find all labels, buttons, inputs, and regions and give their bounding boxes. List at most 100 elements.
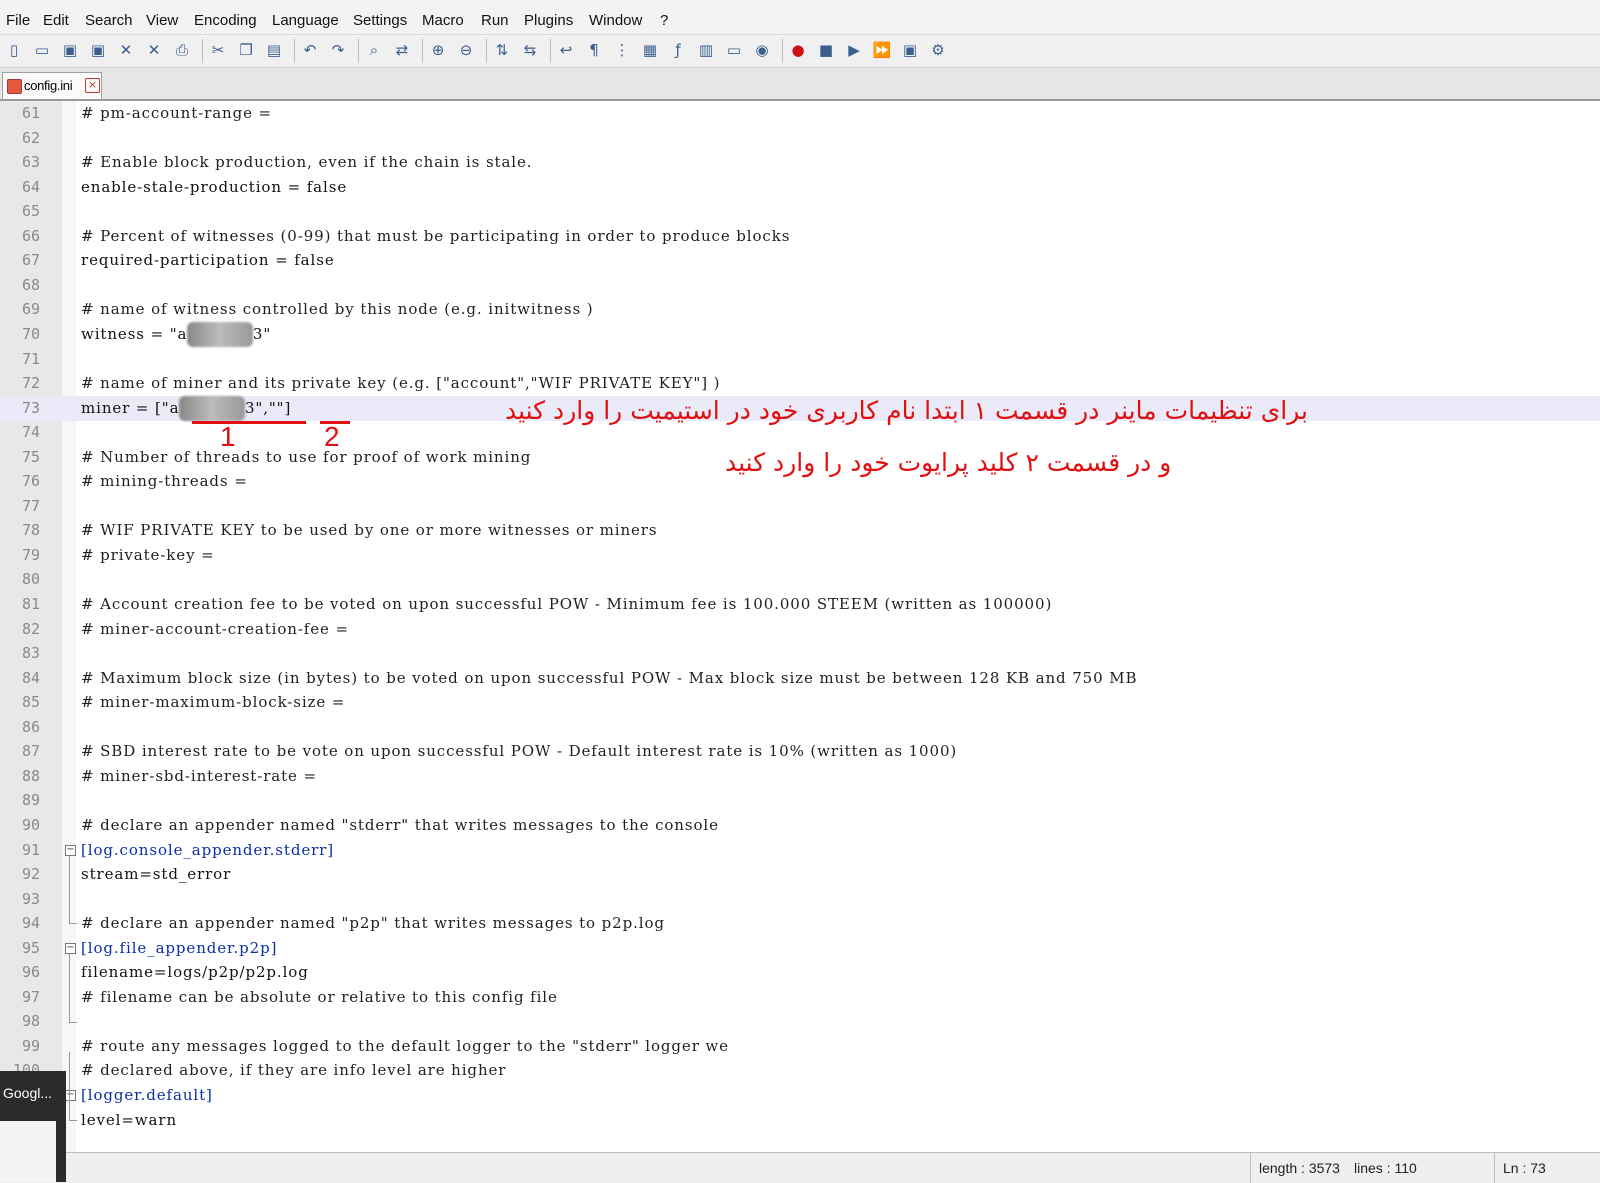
fold-toggle-icon[interactable]: − [65,844,76,856]
code-line[interactable]: 102level=warn [0,1108,1600,1133]
code-line[interactable]: 64 enable-stale-production = false [0,175,1600,200]
line-number: 94 [21,914,40,933]
open-file-icon[interactable]: ▭ [32,40,52,60]
code-line[interactable]: 65 [0,199,1600,224]
code-line[interactable]: 86 [0,715,1600,740]
code-line[interactable]: 69 # name of witness controlled by this n… [0,297,1600,322]
code-line[interactable]: 92 stream=std_error [0,862,1600,887]
monitor-icon[interactable]: ▭ [724,40,744,60]
code-editor[interactable]: 61 # pm-account-range = 62 63 # Enable block… [0,101,1600,1152]
code-line[interactable]: 88 # miner-sbd-interest-rate = [0,764,1600,789]
new-file-icon[interactable]: ▯ [4,40,24,60]
code-line[interactable]: 94 # declare an appender named "p2p" that… [0,911,1600,936]
code-line[interactable]: 79 # private-key = [0,543,1600,568]
plugin-icon[interactable]: ⚙ [928,40,948,60]
menu-macro[interactable]: Macro [422,12,464,29]
taskbar-window-thumbnail[interactable]: Googl... [0,1071,66,1182]
code-line[interactable]: 61 # pm-account-range = [0,101,1600,126]
code-line[interactable]: 68 [0,273,1600,298]
menu-settings[interactable]: Settings [353,12,407,29]
copy-icon[interactable]: ❐ [236,40,256,60]
code-line[interactable]: 90 # declare an appender named "stderr" t… [0,813,1600,838]
print-icon[interactable]: ⎙ [172,40,192,60]
menu-window[interactable]: Window [589,12,642,29]
record-macro-icon[interactable]: ● [788,40,808,60]
code-line[interactable]: 89 [0,788,1600,813]
code-line[interactable]: 72 # name of miner and its private key (e… [0,371,1600,396]
code-line[interactable]: 84 # Maximum block size (in bytes) to be … [0,666,1600,691]
fold-guide-end [69,923,77,925]
close-icon[interactable]: ✕ [116,40,136,60]
close-tab-icon[interactable]: × [85,78,100,93]
menu-language[interactable]: Language [272,12,339,29]
folder-workspace-icon[interactable]: ▥ [696,40,716,60]
find-icon[interactable]: ⌕ [364,40,384,60]
menu-view[interactable]: View [146,12,178,29]
code-line[interactable]: 99 # route any messages logged to the def… [0,1034,1600,1059]
code-line[interactable]: 63 # Enable block production, even if the… [0,150,1600,175]
menu-edit[interactable]: Edit [43,12,69,29]
code-line[interactable]: 97 # filename can be absolute or relative… [0,985,1600,1010]
replace-icon[interactable]: ⇄ [392,40,412,60]
function-list-icon[interactable]: ƒ [668,40,688,60]
eye-icon[interactable]: ◉ [752,40,772,60]
close-all-icon[interactable]: ✕ [144,40,164,60]
stop-macro-icon[interactable]: ■ [816,40,836,60]
code-line[interactable]: 93 [0,887,1600,912]
fold-toggle-icon[interactable]: − [65,1090,76,1101]
paste-icon[interactable]: ▤ [264,40,284,60]
play-macro-icon[interactable]: ▶ [844,40,864,60]
menu-plugins[interactable]: Plugins [524,12,573,29]
code-line[interactable]: 83 [0,641,1600,666]
undo-icon[interactable]: ↶ [300,40,320,60]
code-line[interactable]: 91 [log.console_appender.stderr] − [0,838,1600,863]
tab-config-ini[interactable]: config.ini × [2,72,102,99]
redo-icon[interactable]: ↷ [328,40,348,60]
code-line[interactable]: 80 [0,567,1600,592]
code-text: # WIF PRIVATE KEY to be used by one or m… [81,521,658,540]
taskbar-preview [0,1121,56,1182]
zoom-in-icon[interactable]: ⊕ [428,40,448,60]
sync-horizontal-icon[interactable]: ⇆ [520,40,540,60]
zoom-out-icon[interactable]: ⊖ [456,40,476,60]
code-line[interactable]: 62 [0,126,1600,151]
code-line[interactable]: 100# declared above, if they are info le… [0,1058,1600,1083]
code-line[interactable]: 66 # Percent of witnesses (0-99) that mus… [0,224,1600,249]
code-line[interactable]: 67 required-participation = false [0,248,1600,273]
menu-file[interactable]: File [6,12,30,29]
save-icon[interactable]: ▣ [60,40,80,60]
code-line[interactable]: 96 filename=logs/p2p/p2p.log [0,960,1600,985]
annotation-line-1: برای تنظیمات ماینر در قسمت ۱ ابتدا نام ک… [505,396,1308,425]
menu-help[interactable]: ? [660,12,668,29]
code-line[interactable]: 82 # miner-account-creation-fee = [0,617,1600,642]
code-line[interactable]: 78 # WIF PRIVATE KEY to be used by one or… [0,518,1600,543]
line-number: 69 [21,300,40,319]
code-line[interactable]: 70 witness = "axxxxxxx3" [0,321,1600,347]
code-text: # SBD interest rate to be vote on upon s… [81,742,958,761]
code-line[interactable]: 81 # Account creation fee to be voted on … [0,592,1600,617]
cut-icon[interactable]: ✂ [208,40,228,60]
save-macro-icon[interactable]: ▣ [900,40,920,60]
code-line[interactable]: 95 [log.file_appender.p2p] − [0,936,1600,961]
indent-guide-icon[interactable]: ⋮ [612,40,632,60]
code-line[interactable]: 101[logger.default]− [0,1083,1600,1108]
menu-search[interactable]: Search [85,12,133,29]
save-all-icon[interactable]: ▣ [88,40,108,60]
line-number: 90 [21,815,40,834]
menu-encoding[interactable]: Encoding [194,12,257,29]
fold-toggle-icon[interactable]: − [65,942,76,954]
menu-run[interactable]: Run [481,12,509,29]
line-number: 74 [21,423,40,442]
code-line[interactable]: 87 # SBD interest rate to be vote on upon… [0,739,1600,764]
code-line[interactable]: 71 [0,347,1600,372]
doc-map-icon[interactable]: ▦ [640,40,660,60]
line-number: 79 [21,545,40,564]
word-wrap-icon[interactable]: ↩ [556,40,576,60]
sync-vertical-icon[interactable]: ⇅ [492,40,512,60]
run-macro-multiple-icon[interactable]: ⏩ [872,40,892,60]
show-all-chars-icon[interactable]: ¶ [584,40,604,60]
line-number: 95 [21,938,40,957]
code-line[interactable]: 77 [0,494,1600,519]
code-line[interactable]: 98 [0,1009,1600,1034]
code-line[interactable]: 85 # miner-maximum-block-size = [0,690,1600,715]
